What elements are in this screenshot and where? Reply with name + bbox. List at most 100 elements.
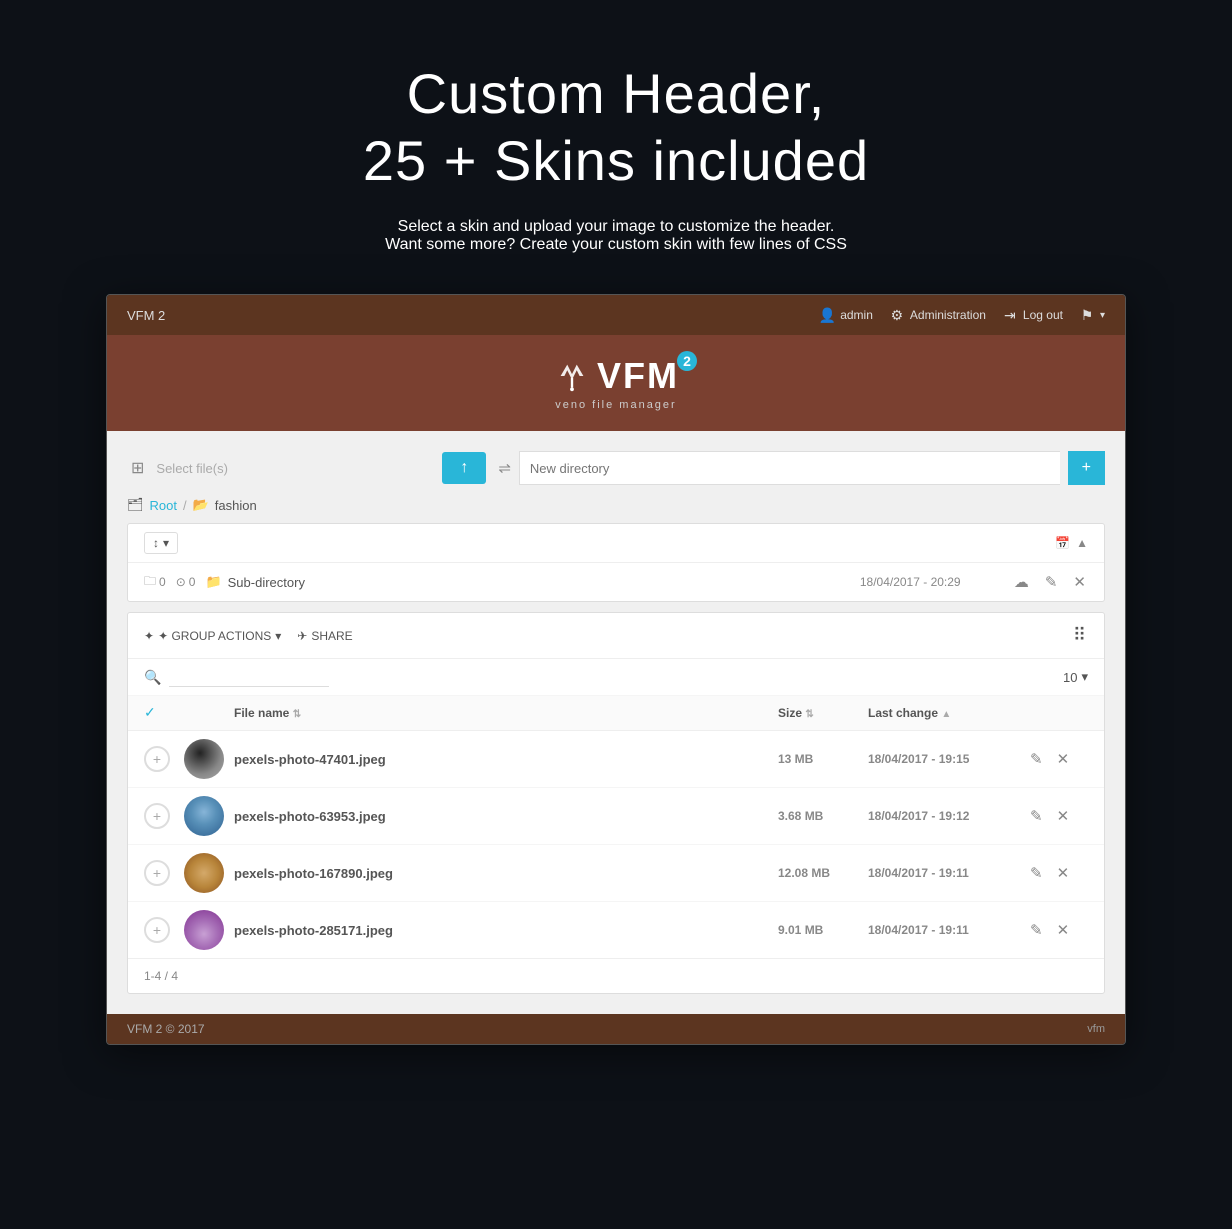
file-add-btn-wrap: + — [144, 917, 184, 943]
search-input-wrap: 🔍 — [144, 667, 329, 687]
toolbar-dir-area: ⇌ + — [498, 451, 1105, 485]
file-edit-button[interactable]: ✎ — [1028, 919, 1045, 941]
file-add-button[interactable]: + — [144, 860, 170, 886]
footer-right: vfm — [1087, 1023, 1105, 1035]
select-files-icon-btn[interactable]: ⊞ — [127, 454, 148, 482]
date-sort-icon: ▲ — [1076, 536, 1088, 550]
file-date: 18/04/2017 - 19:12 — [868, 809, 1028, 823]
dir-date-header: 📅 ▲ — [1055, 536, 1088, 550]
file-delete-button[interactable]: ✕ — [1055, 862, 1072, 884]
file-actions: ✎ ✕ — [1028, 748, 1088, 770]
group-actions-label: ✦ GROUP ACTIONS — [158, 629, 271, 643]
file-thumb — [184, 796, 234, 836]
dir-cloud-button[interactable]: ☁ — [1012, 571, 1031, 593]
file-delete-button[interactable]: ✕ — [1055, 805, 1072, 827]
file-actions: ✎ ✕ — [1028, 862, 1088, 884]
th-name[interactable]: File name ⇅ — [234, 706, 778, 720]
folder-icon: 🗂 — [127, 497, 144, 513]
file-date: 18/04/2017 - 19:11 — [868, 866, 1028, 880]
hero-subtitle-line2: Want some more? Create your custom skin … — [385, 236, 847, 253]
nav-logout-label: Log out — [1023, 308, 1063, 322]
vfm-tagline: veno file manager — [555, 399, 676, 411]
th-date[interactable]: Last change ▲ — [868, 706, 1028, 720]
file-edit-button[interactable]: ✎ — [1028, 805, 1045, 827]
upload-button[interactable]: ↑ — [442, 452, 486, 484]
search-icon: 🔍 — [144, 669, 161, 686]
file-date: 18/04/2017 - 19:15 — [868, 752, 1028, 766]
breadcrumb-root[interactable]: Root — [150, 498, 177, 513]
close-icon: ✕ — [1057, 751, 1070, 768]
file-delete-button[interactable]: ✕ — [1055, 919, 1072, 941]
pagination-text: 1-4 / 4 — [144, 969, 178, 983]
sort-date-icon: ▲ — [941, 709, 951, 720]
file-date: 18/04/2017 - 19:11 — [868, 923, 1028, 937]
share-button[interactable]: ✈ SHARE — [297, 629, 352, 643]
vfm-superscript: 2 — [677, 351, 697, 371]
sort-button[interactable]: ↕ ▾ — [144, 532, 178, 554]
dir-files-count: 🗀 0 — [144, 572, 166, 593]
add-directory-button[interactable]: + — [1068, 451, 1105, 485]
dir-panel-header: ↕ ▾ 📅 ▲ — [128, 524, 1104, 563]
th-size[interactable]: Size ⇅ — [778, 706, 868, 720]
chevron-down-icon-actions: ▾ — [275, 629, 281, 643]
file-manager-panel: ✦ ✦ GROUP ACTIONS ▾ ✈ SHARE ⠿ 🔍 — [127, 612, 1105, 994]
file-add-btn-wrap: + — [144, 803, 184, 829]
dir-delete-button[interactable]: ✕ — [1071, 571, 1088, 593]
edit-icon: ✎ — [1030, 808, 1043, 825]
table-row: + pexels-photo-47401.jpeg 13 MB 18/04/20… — [128, 731, 1104, 788]
search-input[interactable] — [169, 667, 329, 687]
app-window: VFM 2 👤 admin ⚙ Administration ⇥ Log out… — [106, 294, 1126, 1045]
file-edit-button[interactable]: ✎ — [1028, 748, 1045, 770]
dir-link-icon: ⊙ — [176, 575, 186, 589]
col-size-label: Size — [778, 706, 802, 720]
file-add-button[interactable]: + — [144, 917, 170, 943]
edit-icon: ✎ — [1030, 922, 1043, 939]
breadcrumb: 🗂 Root / 📂 fashion — [127, 497, 1105, 513]
sort-icon: ↕ — [153, 536, 159, 550]
file-edit-button[interactable]: ✎ — [1028, 862, 1045, 884]
group-actions-button[interactable]: ✦ ✦ GROUP ACTIONS ▾ — [144, 629, 281, 643]
file-size: 3.68 MB — [778, 809, 868, 823]
new-directory-input[interactable] — [519, 451, 1060, 485]
sub-directory-name: Sub-directory — [228, 575, 305, 590]
nav-user[interactable]: 👤 admin — [819, 307, 873, 323]
nav-user-label: admin — [840, 308, 873, 322]
vfm-name-text: VFM — [597, 355, 679, 396]
directory-row: 🗀 0 ⊙ 0 📁 Sub-directory 18/04/2017 - 20:… — [128, 563, 1104, 601]
file-size: 13 MB — [778, 752, 868, 766]
toolbar: ⊞ Select file(s) ↑ ⇌ + — [127, 451, 1105, 485]
file-add-button[interactable]: + — [144, 746, 170, 772]
dir-actions: ☁ ✎ ✕ — [1012, 571, 1088, 593]
upload-icon: ↑ — [460, 459, 468, 477]
nav-admin[interactable]: ⚙ Administration — [889, 307, 986, 323]
dir-edit-button[interactable]: ✎ — [1043, 571, 1060, 593]
file-name: pexels-photo-63953.jpeg — [234, 809, 778, 824]
file-add-btn-wrap: + — [144, 746, 184, 772]
vfm-logo: VFM 2 veno file manager — [553, 355, 679, 411]
close-icon: ✕ — [1073, 574, 1086, 591]
nav-flag[interactable]: ⚑ ▾ — [1079, 307, 1105, 323]
share-label: SHARE — [311, 629, 352, 643]
flag-icon: ⚑ — [1079, 307, 1095, 323]
cog-icon: ✦ — [144, 629, 154, 643]
file-add-button[interactable]: + — [144, 803, 170, 829]
table-row: + pexels-photo-63953.jpeg 3.68 MB 18/04/… — [128, 788, 1104, 845]
edit-icon: ✎ — [1045, 574, 1058, 591]
file-delete-button[interactable]: ✕ — [1055, 748, 1072, 770]
per-page-select[interactable]: 10 ▾ — [1063, 669, 1088, 685]
edit-icon: ✎ — [1030, 751, 1043, 768]
chevron-down-icon: ▾ — [1100, 310, 1105, 321]
dir-links-count: ⊙ 0 — [176, 572, 196, 593]
file-actions: ✎ ✕ — [1028, 805, 1088, 827]
nav-logout[interactable]: ⇥ Log out — [1002, 307, 1063, 323]
dir-folder-icon-2: 📁 — [205, 574, 221, 590]
vfm-svg-icon — [553, 357, 591, 395]
nav-bar: VFM 2 👤 admin ⚙ Administration ⇥ Log out… — [107, 295, 1125, 335]
close-icon: ✕ — [1057, 865, 1070, 882]
search-row: 🔍 10 ▾ — [128, 659, 1104, 696]
fm-toolbar: ✦ ✦ GROUP ACTIONS ▾ ✈ SHARE ⠿ — [128, 613, 1104, 659]
breadcrumb-separator: / — [183, 498, 187, 513]
thumbnail — [184, 796, 224, 836]
sort-name-icon: ⇅ — [293, 709, 301, 720]
grid-view-button[interactable]: ⠿ — [1071, 623, 1088, 648]
